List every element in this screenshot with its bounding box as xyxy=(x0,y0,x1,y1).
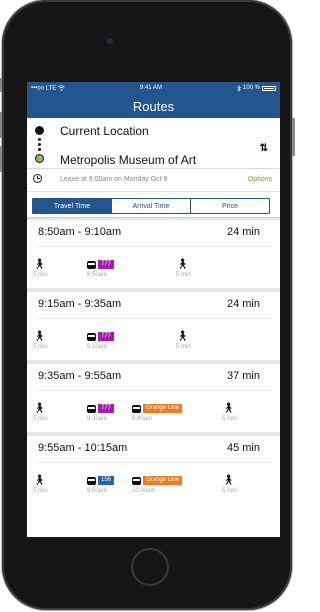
leg-train: Orange Line 10:00am xyxy=(132,475,183,494)
route-duration: 24 min xyxy=(226,298,260,310)
line-badge: Orange Line xyxy=(143,404,183,413)
leg-subtext: 9:40am xyxy=(132,416,153,422)
departure-time-text: Leave at 9:00am on Monday Oct 9 xyxy=(60,176,168,183)
carrier-signal: •••oo LTE xyxy=(31,85,65,91)
walk-icon: 🚶︎ xyxy=(176,330,189,342)
train-icon xyxy=(132,404,141,413)
leg-subtext: 5 min xyxy=(33,416,48,422)
route-time-range: 9:55am - 10:15am xyxy=(38,442,128,454)
swap-icon[interactable]: ⇅ xyxy=(260,143,268,154)
clock-icon xyxy=(33,174,42,183)
route-time-range: 8:50am - 9:10am xyxy=(38,226,122,238)
train-icon xyxy=(132,476,141,485)
walk-icon: 🚶︎ xyxy=(33,402,46,414)
tab-travel-time[interactable]: Travel Time xyxy=(33,199,112,213)
leg-subtext: 9:50am xyxy=(87,488,108,494)
bus-icon xyxy=(87,260,96,269)
battery-status: 100 % xyxy=(237,84,276,92)
leg-subtext: 5 min xyxy=(33,272,48,278)
leg-subtext: 5 min xyxy=(222,416,237,422)
status-time: 9:41 AM xyxy=(139,85,162,91)
wifi-icon xyxy=(58,85,65,91)
bus-icon xyxy=(87,332,96,341)
route-dots-icon xyxy=(38,138,41,153)
line-badge: 156 xyxy=(98,476,115,485)
location-panel: Current Location Metropolis Museum of Ar… xyxy=(27,118,280,169)
leg-subtext: 8:50am xyxy=(87,272,108,278)
leg-walk: 🚶︎ 5 min xyxy=(222,475,237,494)
leg-subtext: 9:10am xyxy=(87,344,108,350)
tab-price[interactable]: Price xyxy=(191,199,269,213)
walk-icon: 🚶︎ xyxy=(33,474,46,486)
line-badge: Orange Line xyxy=(143,476,183,485)
walk-icon: 🚶︎ xyxy=(33,330,46,342)
volume-up-button xyxy=(0,112,2,138)
line-badge: 777 xyxy=(98,332,115,341)
leg-walk: 🚶︎ 5 min xyxy=(33,403,48,422)
battery-percent: 100 % xyxy=(242,85,260,91)
divider xyxy=(35,318,272,319)
divider xyxy=(35,246,272,247)
leg-bus: 777 9:30am xyxy=(87,403,115,422)
line-badge: 777 xyxy=(98,260,115,269)
power-button xyxy=(292,118,295,156)
route-card[interactable]: 8:50am - 9:10am 24 min 🚶︎ 5 min 777 8:50… xyxy=(27,220,280,288)
sort-segmented-control: Travel Time Arrival Time Price xyxy=(32,198,270,214)
origin-dot-icon xyxy=(35,126,44,135)
route-time-range: 9:15am - 9:35am xyxy=(38,298,122,310)
leg-subtext: 5 min xyxy=(222,488,237,494)
front-camera xyxy=(107,38,113,44)
destination-dot-icon xyxy=(35,154,44,163)
leg-walk: 🚶︎ 5 min xyxy=(176,259,191,278)
leg-train: Orange Line 9:40am xyxy=(132,403,183,422)
divider xyxy=(35,390,272,391)
leg-bus: 156 9:50am xyxy=(87,475,115,494)
route-time-range: 9:35am - 9:55am xyxy=(38,370,122,382)
leg-bus: 777 8:50am xyxy=(87,259,115,278)
bluetooth-icon xyxy=(237,84,241,92)
walk-icon: 🚶︎ xyxy=(33,258,46,270)
leg-subtext: 5 min xyxy=(176,344,191,350)
battery-icon xyxy=(262,85,276,91)
status-bar: •••oo LTE 9:41 AM 100 % xyxy=(27,82,280,94)
line-badge: 777 xyxy=(98,404,115,413)
leg-walk: 🚶︎ 5 min xyxy=(176,331,191,350)
destination-field[interactable]: Metropolis Museum of Art xyxy=(60,153,196,167)
phone-frame: •••oo LTE 9:41 AM 100 % Routes Current L… xyxy=(0,0,295,610)
leg-bus: 777 9:10am xyxy=(87,331,115,350)
bus-icon xyxy=(87,404,96,413)
app-screen: •••oo LTE 9:41 AM 100 % Routes Current L… xyxy=(27,82,280,537)
route-duration: 24 min xyxy=(226,226,260,238)
route-card[interactable]: 9:35am - 9:55am 37 min 🚶︎ 5 min 777 9:30… xyxy=(27,364,280,432)
walk-icon: 🚶︎ xyxy=(222,474,235,486)
leg-subtext: 10:00am xyxy=(132,488,156,494)
route-list: 8:50am - 9:10am 24 min 🚶︎ 5 min 777 8:50… xyxy=(27,218,280,504)
walk-icon: 🚶︎ xyxy=(176,258,189,270)
volume-down-button xyxy=(0,146,2,172)
leg-walk: 🚶︎ 5 min xyxy=(222,403,237,422)
origin-field[interactable]: Current Location xyxy=(60,124,149,138)
departure-row: Leave at 9:00am on Monday Oct 9 Options xyxy=(27,169,280,192)
bus-icon xyxy=(87,476,96,485)
route-card[interactable]: 9:15am - 9:35am 24 min 🚶︎ 5 min 777 9:10… xyxy=(27,292,280,360)
leg-walk: 🚶︎ 5 min xyxy=(33,259,48,278)
home-button[interactable] xyxy=(131,548,169,586)
leg-walk: 🚶︎ 5 min xyxy=(33,331,48,350)
sort-control-wrapper: Travel Time Arrival Time Price xyxy=(27,192,280,218)
route-duration: 37 min xyxy=(226,370,260,382)
page-title: Routes xyxy=(132,98,175,114)
leg-walk: 🚶︎ 5 min xyxy=(33,475,48,494)
divider xyxy=(35,462,272,463)
options-link[interactable]: Options xyxy=(248,176,272,183)
leg-subtext: 5 min xyxy=(176,272,191,278)
route-duration: 45 min xyxy=(226,442,260,454)
tab-arrival-time[interactable]: Arrival Time xyxy=(112,199,191,213)
walk-icon: 🚶︎ xyxy=(222,402,235,414)
leg-subtext: 5 min xyxy=(33,344,48,350)
route-card[interactable]: 9:55am - 10:15am 45 min 🚶︎ 5 min 156 9:5… xyxy=(27,436,280,504)
mute-switch xyxy=(0,78,2,92)
leg-subtext: 5 min xyxy=(33,488,48,494)
leg-subtext: 9:30am xyxy=(87,416,108,422)
navigation-bar: Routes xyxy=(27,94,280,118)
